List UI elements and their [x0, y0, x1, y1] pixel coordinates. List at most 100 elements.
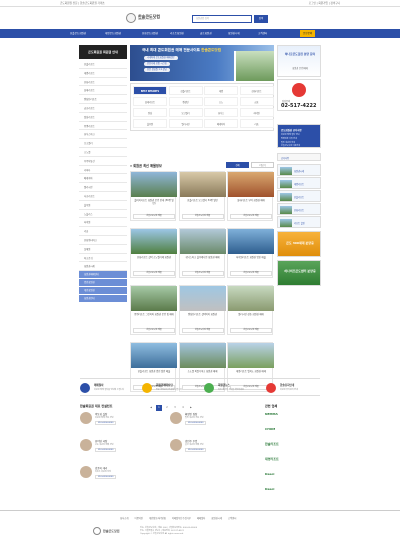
related-site-logo[interactable]: CHOM — [265, 427, 315, 438]
sidebar-item[interactable]: 베네치아 — [79, 175, 127, 184]
brand-logo[interactable]: 일성 — [133, 108, 167, 117]
brand-logo[interactable]: 엘리시안 — [168, 119, 203, 128]
feature-item[interactable]: 회원권매매상담 전문 상담원이 안내해 드립니다 — [142, 381, 202, 395]
sidebar-item[interactable]: 소노벨 — [79, 149, 127, 157]
related-site-logo[interactable]: 한솔리조트 — [265, 442, 315, 453]
consultant-card[interactable]: 김종미 대리 리조트 회원권 상담 010-0000-0000 — [80, 466, 170, 486]
listing-card[interactable]: 엘리시안 강촌 회원권 매매 한솔콘도닷컴 매물 — [227, 285, 274, 335]
footer-link[interactable]: 회사소개 — [120, 517, 128, 520]
consultant-card[interactable]: 김민주 주임 골프 회원권 매매 상담 010-0000-0000 — [170, 439, 260, 459]
right-ad-banner[interactable]: 한화리조트 — [277, 203, 321, 215]
brand-logo[interactable]: 소노 — [204, 97, 238, 106]
site-logo[interactable]: 한솔콘도닷컴 HANSOL CONDO — [126, 12, 170, 24]
footer-link[interactable]: 이메일무단수집거부 — [172, 517, 191, 520]
listing-tag[interactable]: 한솔콘도닷컴 매물 — [230, 214, 272, 219]
sidebar-item[interactable]: 용평리조트 — [79, 122, 127, 131]
footer-link[interactable]: 이용약관 — [134, 517, 142, 520]
tab-more[interactable]: 더보기 — [251, 162, 274, 168]
tab-all[interactable]: 전체 — [226, 162, 249, 168]
consultant-phone[interactable]: 010-0000-0000 — [95, 421, 117, 425]
sidebar-item[interactable]: 한솔리조트 — [79, 61, 127, 69]
listing-tag[interactable]: 한솔콘도닷컴 매물 — [230, 328, 272, 333]
listing-tag[interactable]: 한솔콘도닷컴 매물 — [181, 271, 224, 276]
sidebar-item[interactable]: 롯데리조트 — [79, 87, 127, 96]
sidebar-item[interactable]: 휘닉스파크 — [79, 131, 127, 140]
brand-logo[interactable]: 대명 — [204, 86, 238, 95]
brand-logo[interactable]: 금호 — [239, 97, 274, 106]
feature-item[interactable]: 한솔유지안내 회원권 유지관리 안내 — [266, 381, 326, 395]
footer-link[interactable]: 매매절차 — [197, 517, 205, 520]
related-site-logo[interactable]: Dasol — [265, 487, 315, 498]
brand-logo[interactable]: 켄싱턴 — [168, 97, 203, 106]
gnb-item[interactable]: 대명콘도회원권 — [105, 29, 121, 38]
sidebar-item-highlight[interactable]: 회원권매매안내 — [79, 271, 127, 279]
brand-logo[interactable]: 롯데리조트 — [133, 97, 167, 106]
sidebar-item-highlight[interactable]: 개인회원권 — [79, 287, 127, 295]
sidebar-item[interactable]: 엘리시안 — [79, 184, 127, 192]
sidebar-item[interactable]: 금호리조트 — [79, 105, 127, 113]
listing-tag[interactable]: 한솔콘도닷컴 매물 — [133, 214, 175, 219]
notice-item[interactable]: 법인 회원권 안내 — [281, 141, 295, 144]
gnb-item[interactable]: 한솔콘도회원권 — [70, 29, 86, 38]
listing-tag[interactable]: 한솔콘도닷컴 매물 — [133, 271, 175, 276]
sidebar-item-highlight[interactable]: 회원권안내 — [79, 295, 127, 303]
right-ad-banner[interactable]: 리조트 할인 — [277, 216, 321, 228]
consultant-phone[interactable]: 010-0000-0000 — [185, 448, 207, 452]
related-site-logo[interactable]: 대명리조트 — [265, 457, 315, 468]
notice-item[interactable]: 한솔콘도닷컴 이용안내 — [281, 144, 300, 147]
notice-item[interactable]: 회원권 매매 절차 안내 — [281, 133, 299, 136]
sidebar-item[interactable]: 오크밸리 — [79, 140, 127, 148]
footer-link[interactable]: 개인정보처리방침 — [149, 517, 166, 520]
sidebar-item[interactable]: 켄싱턴리조트 — [79, 96, 127, 104]
footer-link[interactable]: 고객센터 — [228, 517, 236, 520]
brand-logo[interactable]: 오크밸리 — [168, 108, 203, 117]
consultant-card[interactable]: 류이영 과장 콘도 회원권 매매 상담 010-0000-0000 — [80, 439, 170, 459]
main-banner[interactable]: 국내 최대 콘도회원권 매매 전문사이트 한솔콘도닷컴 국내최대 콘도회원권 매… — [130, 45, 274, 81]
consultant-card[interactable]: 황정민 팀장 법인 회원권 전문 상담 010-0000-0000 — [170, 412, 260, 432]
feature-item[interactable]: 회원권뉴스 최신 회원권 소식을 확인하세요 — [204, 381, 264, 395]
listing-tag[interactable]: 한솔콘도닷컴 매물 — [181, 328, 224, 333]
gnb-item[interactable]: 고객센터 — [258, 29, 267, 38]
brand-logo[interactable]: 베네치아 — [204, 119, 238, 128]
consultant-phone[interactable]: 010-0000-0000 — [95, 448, 117, 452]
right-ad-banner[interactable]: 대명리조트 — [277, 177, 321, 189]
topbar-right-links[interactable]: 로그인 | 회원가입 | 장바구니 — [309, 0, 340, 7]
listing-card[interactable]: 쏠비치리조트 회원권 분양 안내 (50평 일반) 한솔콘도닷컴 매물 — [130, 171, 177, 221]
gnb-item[interactable]: 회원권시세 — [228, 29, 240, 38]
brand-logo[interactable]: 리솜 — [239, 119, 274, 128]
promo-box-2[interactable]: 하나비즈콘도센터 분양중 — [277, 260, 321, 286]
brand-logo[interactable]: 휘닉스 — [204, 108, 238, 117]
sidebar-item[interactable]: 노블리스 — [79, 210, 127, 219]
brand-logo[interactable]: 블루원 — [133, 119, 167, 128]
sidebar-item[interactable]: 하이원 — [79, 219, 127, 228]
consultant-phone[interactable]: 010-0000-0000 — [95, 475, 117, 479]
brand-logo[interactable]: BEST RESORTS — [133, 86, 167, 95]
sidebar-item[interactable]: 사조리조트 — [79, 193, 127, 201]
sidebar-item[interactable]: 설해원 — [79, 245, 127, 254]
right-ad-box[interactable]: 하나로콘도닷컴 분양 문의 회원권 분양/매매 — [277, 45, 321, 77]
info-tabs[interactable]: 공지사항 — [277, 153, 321, 161]
gnb-item[interactable]: 한화콘도회원권 — [142, 29, 158, 38]
sidebar-item[interactable]: 블루원 — [79, 201, 127, 210]
sidebar-item[interactable]: 일성리조트 — [79, 113, 127, 122]
brand-logo[interactable]: 하이원 — [239, 108, 274, 117]
listing-tag[interactable]: 한솔콘도닷컴 매물 — [230, 271, 272, 276]
related-site-logo[interactable]: Dasol — [265, 472, 315, 483]
gnb-highlight-button[interactable]: 분양문의 — [300, 30, 316, 37]
sidebar-item[interactable]: 대명리조트 — [79, 69, 127, 78]
brand-logo[interactable]: 한솔리조트 — [168, 86, 203, 95]
footer-logo[interactable]: 한솔콘도닷컴 — [93, 527, 129, 537]
footer-link[interactable]: 회원권시세 — [211, 517, 222, 520]
sidebar-item[interactable]: 라마다 — [79, 166, 127, 175]
brand-logo[interactable]: 한화리조트 — [239, 86, 274, 95]
gnb-item[interactable]: 리조트회원권 — [170, 29, 184, 38]
listing-card[interactable]: 켄싱턴리조트 설악비치 회원권 한솔콘도닷컴 매물 — [178, 285, 226, 335]
sidebar-item[interactable]: 파크로쉬 — [79, 254, 127, 263]
listing-card[interactable]: 용평리조트 그린피아 회원권 분양 및 매매 한솔콘도닷컴 매물 — [130, 285, 177, 335]
search-input[interactable]: 회원권명 검색 — [192, 15, 252, 23]
listing-tag[interactable]: 한솔콘도닷컴 매물 — [181, 214, 224, 219]
sidebar-item-highlight[interactable]: 법인회원권 — [79, 279, 127, 287]
listing-tag[interactable]: 한솔콘도닷컴 매물 — [133, 328, 175, 333]
promo-box-1[interactable]: 콘도 300세대 분양중 — [277, 231, 321, 257]
listing-card[interactable]: 한화리조트 설악 소노펠리체 회원권 한솔콘도닷컴 매물 — [130, 228, 177, 278]
